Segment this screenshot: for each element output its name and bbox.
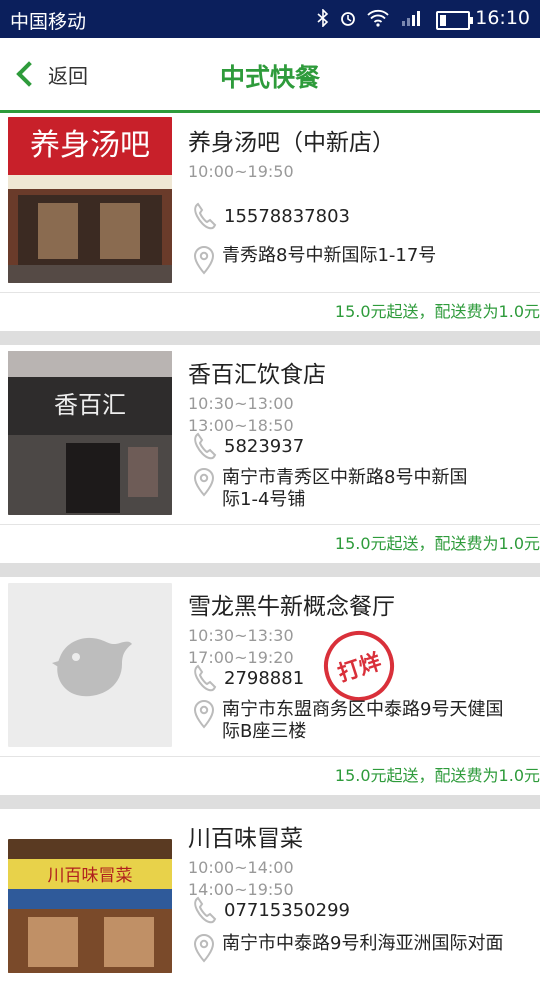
phone-number: 15578837803	[224, 205, 350, 227]
alarm-icon	[340, 12, 355, 26]
phone-icon	[194, 664, 217, 692]
phone-number: 5823937	[224, 435, 305, 457]
divider	[0, 563, 540, 577]
clock: 16:10	[475, 7, 530, 29]
delivery-info: 15.0元起送，配送费为1.0元	[0, 756, 540, 795]
address-text: 南宁市东盟商务区中泰路9号天健国 际B座三楼	[222, 699, 504, 742]
restaurant-name: 养身汤吧（中新店）	[188, 130, 395, 156]
address-row: 南宁市中泰路9号利海亚洲国际对面	[192, 933, 532, 963]
restaurant-photo: 香百汇	[8, 351, 172, 515]
phone-row[interactable]: 15578837803	[192, 201, 350, 231]
restaurant-card[interactable]: 养身汤吧 养身汤吧（中新店） 10:00~19:50 15578837803 青…	[0, 113, 540, 331]
phone-number: 07715350299	[224, 899, 350, 921]
delivery-info: 15.0元起送，配送费为1.0元	[0, 292, 540, 331]
restaurant-card[interactable]: 雪龙黑牛新概念餐厅 10:30~13:30 17:00~19:20 打烊 279…	[0, 577, 540, 795]
address-text: 南宁市中泰路9号利海亚洲国际对面	[222, 933, 504, 954]
battery-icon	[436, 11, 473, 30]
address-text: 青秀路8号中新国际1-17号	[222, 245, 437, 266]
phone-icon	[194, 432, 217, 460]
bluetooth-icon	[317, 8, 328, 28]
location-pin-icon	[193, 699, 215, 729]
bird-placeholder-icon	[52, 637, 132, 697]
signal-icon	[402, 11, 420, 26]
restaurant-card[interactable]: 香百汇 香百汇饮食店 10:30~13:00 13:00~18:50 58239…	[0, 345, 540, 563]
page-title: 中式快餐	[219, 63, 320, 92]
phone-row[interactable]: 07715350299	[192, 895, 350, 925]
delivery-info: 15.0元起送，配送费为1.0元	[0, 524, 540, 563]
status-bar: 中国移动 16:10	[0, 0, 540, 38]
hours-line: 10:30~13:00	[188, 394, 294, 413]
hours-line: 10:30~13:30	[188, 626, 294, 645]
location-pin-icon	[193, 933, 215, 963]
divider	[0, 331, 540, 345]
restaurant-card[interactable]: 川百味冒菜 川百味冒菜 10:00~14:00 14:00~19:50 0771…	[0, 809, 540, 988]
placeholder-photo	[8, 583, 172, 747]
phone-row[interactable]: 5823937	[192, 431, 304, 461]
sign-text: 养身汤吧	[30, 128, 150, 163]
sign-text: 川百味冒菜	[48, 866, 133, 886]
address-row: 青秀路8号中新国际1-17号	[192, 245, 532, 275]
address-text: 南宁市青秀区中新路8号中新国 际1-4号铺	[222, 467, 468, 510]
status-icons	[317, 7, 422, 28]
address-row: 南宁市东盟商务区中泰路9号天健国 际B座三楼	[192, 699, 532, 743]
location-pin-icon	[193, 467, 215, 497]
hours-line: 10:00~14:00	[188, 858, 294, 877]
carrier-label: 中国移动	[10, 11, 87, 33]
restaurant-photo: 川百味冒菜	[8, 839, 172, 973]
phone-icon	[194, 202, 217, 230]
divider	[0, 795, 540, 809]
restaurant-name: 雪龙黑牛新概念餐厅	[188, 594, 395, 620]
address-row: 南宁市青秀区中新路8号中新国 际1-4号铺	[192, 467, 532, 511]
phone-icon	[194, 896, 217, 924]
phone-number: 2798881	[224, 667, 305, 689]
location-pin-icon	[193, 245, 215, 275]
restaurant-name: 川百味冒菜	[188, 826, 303, 852]
restaurant-name: 香百汇饮食店	[188, 362, 326, 388]
closed-stamp: 打烊	[314, 621, 404, 711]
phone-row[interactable]: 2798881	[192, 663, 304, 693]
opening-hours: 10:00~19:50	[188, 161, 294, 183]
hours-line: 10:00~19:50	[188, 162, 294, 181]
wifi-icon	[367, 9, 389, 27]
nav-bar: 返回 中式快餐	[0, 38, 540, 113]
sign-text: 香百汇	[54, 391, 126, 419]
restaurant-photo: 养身汤吧	[8, 117, 172, 283]
restaurant-list: 养身汤吧 养身汤吧（中新店） 10:00~19:50 15578837803 青…	[0, 113, 540, 988]
